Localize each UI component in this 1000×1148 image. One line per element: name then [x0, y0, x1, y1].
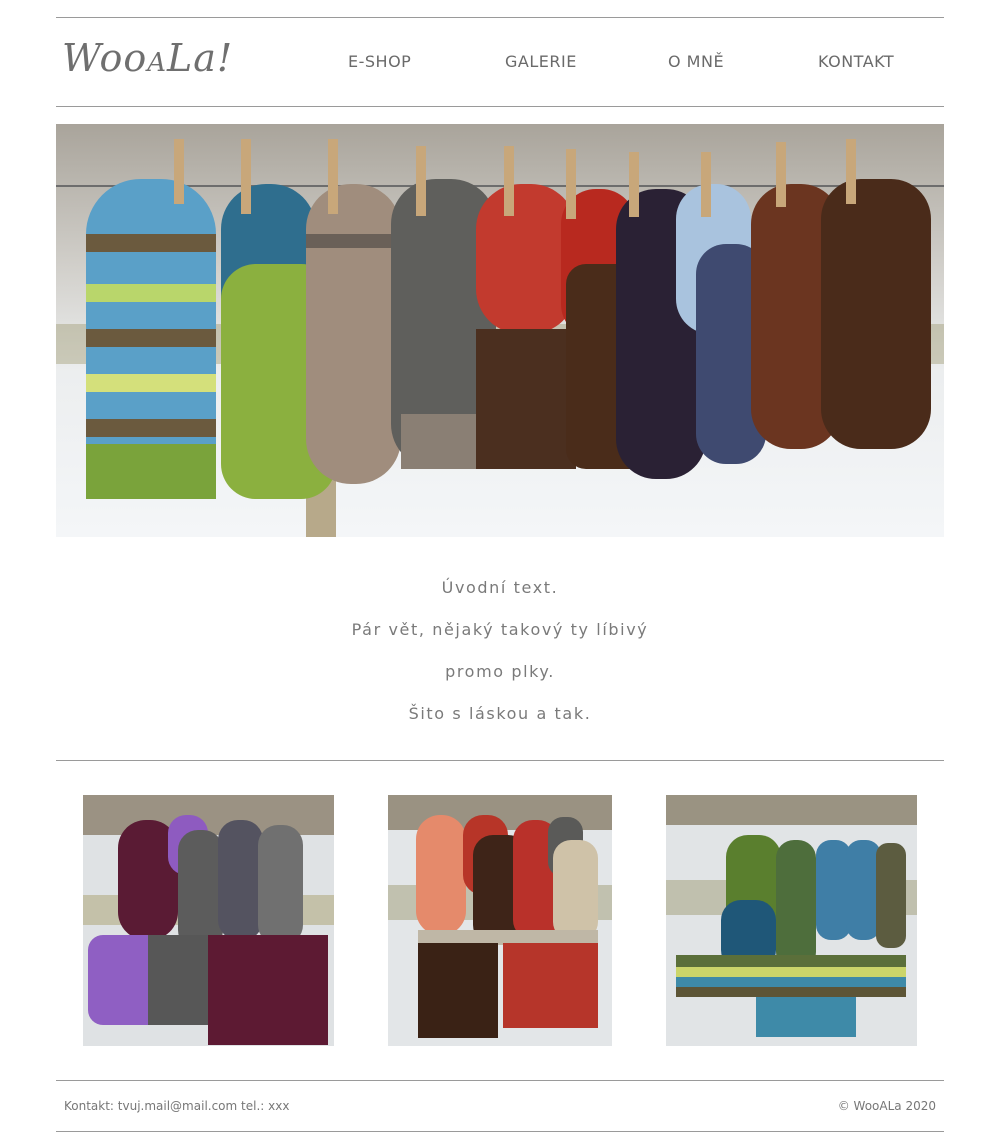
site-logo[interactable]: WooALa!: [62, 36, 233, 80]
footer-copyright: © WooALa 2020: [837, 1099, 936, 1113]
nav-eshop[interactable]: E-SHOP: [348, 52, 411, 71]
intro-line-4: Šito s láskou a tak.: [408, 704, 592, 723]
red-brown-mittens-photo: [388, 795, 612, 1046]
intro-line-3: promo plky.: [445, 662, 555, 681]
footer-contact: Kontakt: tvuj.mail@mail.com tel.: xxx: [64, 1099, 290, 1113]
hero-image: [56, 124, 944, 537]
gallery-thumb-1[interactable]: [83, 795, 334, 1046]
nav-o-mne[interactable]: O MNĚ: [668, 52, 724, 71]
logo-text-part-3: La!: [167, 36, 234, 80]
logo-text-part-1: Woo: [62, 36, 148, 80]
intro-line-2: Pár vět, nějaký takový ty líbivý: [351, 620, 649, 639]
footer-top-divider: [56, 1080, 944, 1081]
intro-line-1: Úvodní text.: [441, 578, 559, 597]
nav-galerie[interactable]: GALERIE: [505, 52, 577, 71]
nav-kontakt[interactable]: KONTAKT: [818, 52, 894, 71]
green-blue-striped-mittens-photo: [666, 795, 917, 1046]
header-top-divider: [56, 17, 944, 18]
purple-grey-mittens-photo: [83, 795, 334, 1046]
gallery-thumb-2[interactable]: [388, 795, 612, 1046]
hero-mittens-photo: [56, 124, 944, 537]
content-divider: [56, 760, 944, 761]
header-bottom-divider: [56, 106, 944, 107]
logo-text-part-2: A: [147, 48, 168, 78]
gallery-thumb-3[interactable]: [666, 795, 917, 1046]
footer-bottom-divider: [56, 1131, 944, 1132]
